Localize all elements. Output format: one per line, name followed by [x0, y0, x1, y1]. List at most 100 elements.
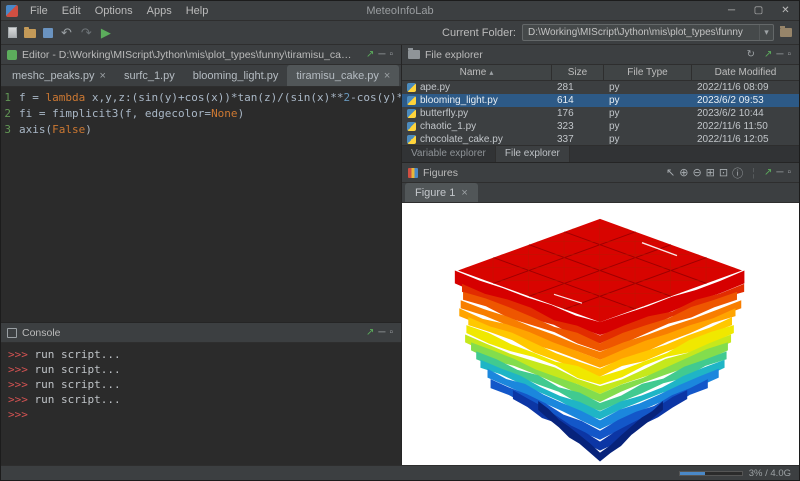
maximize-panel-icon[interactable]: ▫: [785, 49, 793, 60]
current-folder-label: Current Folder:: [442, 27, 516, 39]
undo-icon[interactable]: ↶: [60, 26, 73, 39]
memory-progress-fill: [680, 472, 705, 475]
file-row-blooming_light.py[interactable]: blooming_light.py614py2023/6/2 09:53: [402, 94, 799, 107]
figures-title: Figures: [423, 167, 458, 179]
console-line: >>> run script...: [8, 377, 394, 392]
new-file-icon[interactable]: [8, 27, 17, 38]
menu-help[interactable]: Help: [179, 3, 216, 19]
info-icon[interactable]: ⓘ: [730, 165, 745, 181]
column-header-date-modified[interactable]: Date Modified: [692, 65, 799, 80]
console-header: Console ↗─▫: [1, 323, 401, 343]
editor-tab-surfc_1.py[interactable]: surfc_1.py: [115, 65, 184, 86]
file-modified-cell: 2022/11/6 11:50: [692, 121, 799, 132]
select-arrow-icon[interactable]: ↖: [664, 166, 677, 179]
close-tab-icon[interactable]: ×: [100, 70, 106, 82]
file-row-butterfly.py[interactable]: butterfly.py176py2023/6/2 10:44: [402, 107, 799, 120]
sort-asc-icon: ▴: [489, 68, 493, 77]
toolbar-icons: ↶ ↷ ▶: [8, 26, 112, 39]
browse-folder-icon[interactable]: [780, 28, 792, 37]
console-line: >>> run script...: [8, 347, 394, 362]
file-explorer-panel: File explorer ↻ ↗─▫ Name▴SizeFile TypeDa…: [402, 45, 799, 163]
menu-file[interactable]: File: [23, 3, 55, 19]
status-bar: 3% / 4.0G: [1, 465, 799, 480]
close-button[interactable]: ✕: [772, 1, 799, 20]
file-size-cell: 337: [552, 134, 604, 145]
editor-tab-blooming_light.py[interactable]: blooming_light.py: [184, 65, 288, 86]
figure-tab[interactable]: Figure 1 ×: [405, 183, 478, 202]
maximize-panel-icon[interactable]: ▫: [387, 327, 395, 338]
file-row-ape.py[interactable]: ape.py281py2022/11/6 08:09: [402, 81, 799, 94]
console-panel: Console ↗─▫ >>> run script... >>> run scr…: [1, 323, 401, 465]
meteoinfolab-window: FileEditOptionsAppsHelp MeteoInfoLab ─▢✕…: [0, 0, 800, 481]
file-name-cell: ape.py: [402, 82, 552, 93]
console-title: Console: [22, 327, 61, 339]
figures-icon: [408, 168, 418, 178]
float-panel-icon[interactable]: ↗: [364, 327, 376, 338]
file-type-cell: py: [604, 134, 692, 145]
maximize-panel-icon[interactable]: ▫: [785, 167, 793, 178]
float-panel-icon[interactable]: ↗: [364, 49, 376, 60]
line-number: 3: [1, 122, 19, 138]
console-output[interactable]: >>> run script...>>> run script...>>> ru…: [1, 343, 401, 465]
code-text: fi = fimplicit3(f, edgecolor=None): [19, 106, 244, 122]
float-panel-icon[interactable]: ↗: [762, 167, 774, 178]
console-prompt: >>>: [8, 348, 28, 361]
tab-label: meshc_peaks.py: [12, 70, 95, 82]
zoom-in-icon[interactable]: ⊕: [677, 166, 690, 179]
minimize-panel-icon[interactable]: ─: [376, 49, 387, 60]
file-modified-cell: 2022/11/6 12:05: [692, 134, 799, 145]
editor-tab-tiramisu_cake.py[interactable]: tiramisu_cake.py×: [287, 65, 399, 86]
file-name: chocolate_cake.py: [420, 134, 503, 145]
file-name-cell: blooming_light.py: [402, 95, 552, 106]
close-tab-icon[interactable]: ×: [384, 70, 390, 82]
file-name-cell: chaotic_1.py: [402, 121, 552, 132]
tab-label: blooming_light.py: [193, 70, 279, 82]
console-icon: [7, 328, 17, 338]
console-prompt: >>>: [8, 363, 28, 376]
figure-canvas[interactable]: [402, 203, 799, 465]
float-panel-icon[interactable]: ↗: [762, 49, 774, 60]
chevron-down-icon[interactable]: ▾: [759, 25, 773, 40]
print-icon[interactable]: ⊡: [717, 166, 730, 179]
view-tab-file-explorer[interactable]: File explorer: [496, 146, 570, 162]
window-controls: ─▢✕: [718, 1, 799, 20]
console-prompt: >>>: [8, 393, 28, 406]
editor-tab-meshc_peaks.py[interactable]: meshc_peaks.py ×: [3, 65, 115, 86]
redo-icon[interactable]: ↷: [80, 26, 93, 39]
zoom-out-icon[interactable]: ⊖: [690, 166, 703, 179]
code-line: 3axis(False): [1, 122, 401, 138]
close-figure-icon[interactable]: ×: [461, 187, 467, 199]
file-row-chocolate_cake.py[interactable]: chocolate_cake.py 337py2022/11/6 12:05: [402, 133, 799, 145]
maximize-button[interactable]: ▢: [745, 1, 772, 20]
minimize-panel-icon[interactable]: ─: [376, 327, 387, 338]
minimize-panel-icon[interactable]: ─: [774, 167, 785, 178]
run-script-icon[interactable]: ▶: [100, 26, 112, 39]
figures-panel-buttons: ↗─▫: [762, 167, 793, 178]
menu-edit[interactable]: Edit: [55, 3, 88, 19]
refresh-icon[interactable]: ↻: [745, 49, 757, 60]
file-row-chaotic_1.py[interactable]: chaotic_1.py323py2022/11/6 11:50: [402, 120, 799, 133]
file-name: chaotic_1.py: [420, 121, 476, 132]
column-header-size[interactable]: Size: [552, 65, 604, 80]
current-folder-combobox[interactable]: D:\Working\MIScript\Jython\mis\plot_type…: [522, 24, 774, 41]
current-folder-group: Current Folder: D:\Working\MIScript\Jyth…: [442, 24, 792, 41]
main-area: Editor - D:\Working\MIScript\Jython\mis\…: [1, 45, 799, 465]
menu-apps[interactable]: Apps: [140, 3, 179, 19]
save-icon[interactable]: [43, 28, 53, 38]
view-tab-variable-explorer[interactable]: Variable explorer: [402, 146, 496, 162]
file-size-cell: 176: [552, 108, 604, 119]
column-header-name[interactable]: Name▴: [402, 65, 552, 80]
maximize-panel-icon[interactable]: ▫: [387, 49, 395, 60]
minimize-panel-icon[interactable]: ─: [774, 49, 785, 60]
minimize-button[interactable]: ─: [718, 1, 745, 20]
code-area[interactable]: 1f = lambda x,y,z:(sin(y)+cos(x))*tan(z)…: [1, 87, 401, 322]
file-table-body: ape.py281py2022/11/6 08:09blooming_light…: [402, 81, 799, 145]
console-line: >>>: [8, 407, 394, 422]
menu-options[interactable]: Options: [88, 3, 140, 19]
editor-panel: Editor - D:\Working\MIScript\Jython\mis\…: [1, 45, 401, 323]
pan-icon[interactable]: ⊞: [704, 166, 717, 179]
current-folder-value: D:\Working\MIScript\Jython\mis\plot_type…: [523, 27, 759, 38]
column-header-file-type[interactable]: File Type: [604, 65, 692, 80]
console-panel-buttons: ↗─▫: [364, 327, 395, 338]
open-file-icon[interactable]: [24, 29, 36, 38]
